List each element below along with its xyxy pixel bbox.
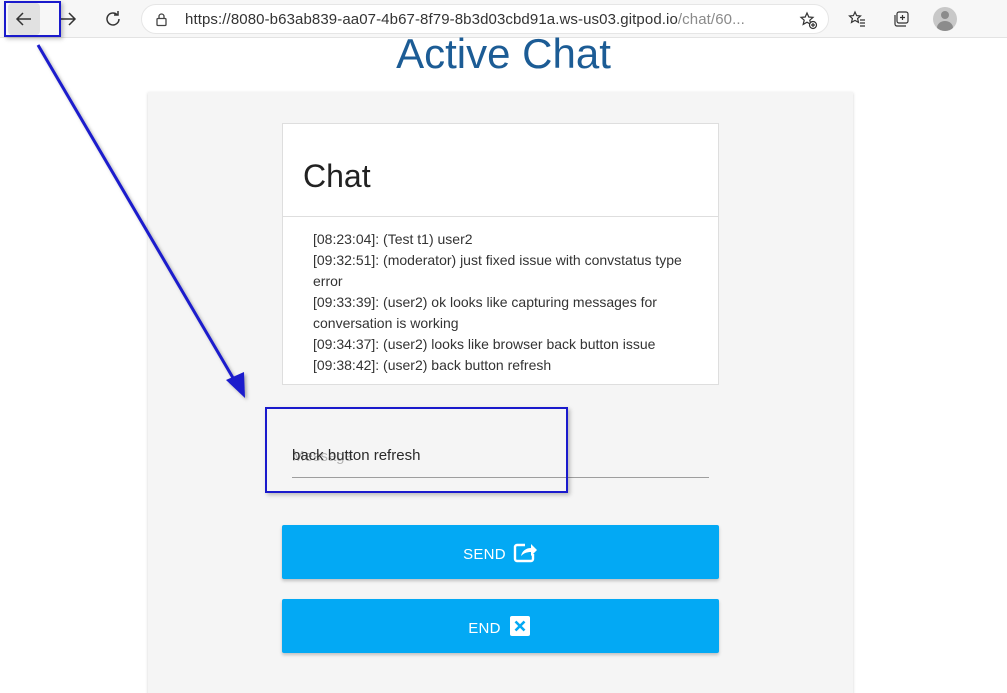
annotation-box-back-button bbox=[4, 1, 61, 37]
chat-card: Chat [08:23:04]: (Test t1) user2 [09:32:… bbox=[282, 123, 719, 385]
send-button[interactable]: SEND bbox=[282, 525, 719, 579]
chat-header: Chat bbox=[283, 124, 718, 217]
share-icon bbox=[513, 543, 537, 563]
collections-button[interactable] bbox=[889, 7, 913, 31]
url-text: https://8080-b63ab839-aa07-4b67-8f79-8b3… bbox=[185, 11, 745, 28]
reload-icon bbox=[106, 11, 120, 26]
chat-message: [09:38:42]: (user2) back button refresh bbox=[313, 357, 552, 373]
lock-icon[interactable] bbox=[154, 12, 169, 27]
close-box-icon bbox=[509, 616, 530, 636]
annotation-box-message-input bbox=[265, 407, 568, 493]
message-list: [08:23:04]: (Test t1) user2 [09:32:51]: … bbox=[283, 217, 718, 376]
chat-title: Chat bbox=[303, 158, 371, 194]
favorites-icon bbox=[848, 10, 865, 27]
collections-icon bbox=[894, 11, 909, 27]
end-label: END bbox=[468, 619, 501, 637]
chat-message: [09:32:51]: (moderator) just fixed issue… bbox=[313, 252, 682, 289]
page-title: Active Chat bbox=[396, 30, 611, 77]
send-label: SEND bbox=[463, 545, 506, 563]
profile-icon bbox=[933, 7, 957, 31]
chat-message: [09:34:37]: (user2) looks like browser b… bbox=[313, 336, 656, 352]
chat-message: [08:23:04]: (Test t1) user2 bbox=[313, 231, 473, 247]
profile-button[interactable] bbox=[933, 7, 957, 31]
add-favorite-icon[interactable] bbox=[798, 10, 818, 30]
forward-icon bbox=[61, 12, 77, 26]
favorites-button[interactable] bbox=[845, 7, 869, 31]
chat-message: [09:33:39]: (user2) ok looks like captur… bbox=[313, 294, 657, 331]
end-button[interactable]: END bbox=[282, 599, 719, 653]
